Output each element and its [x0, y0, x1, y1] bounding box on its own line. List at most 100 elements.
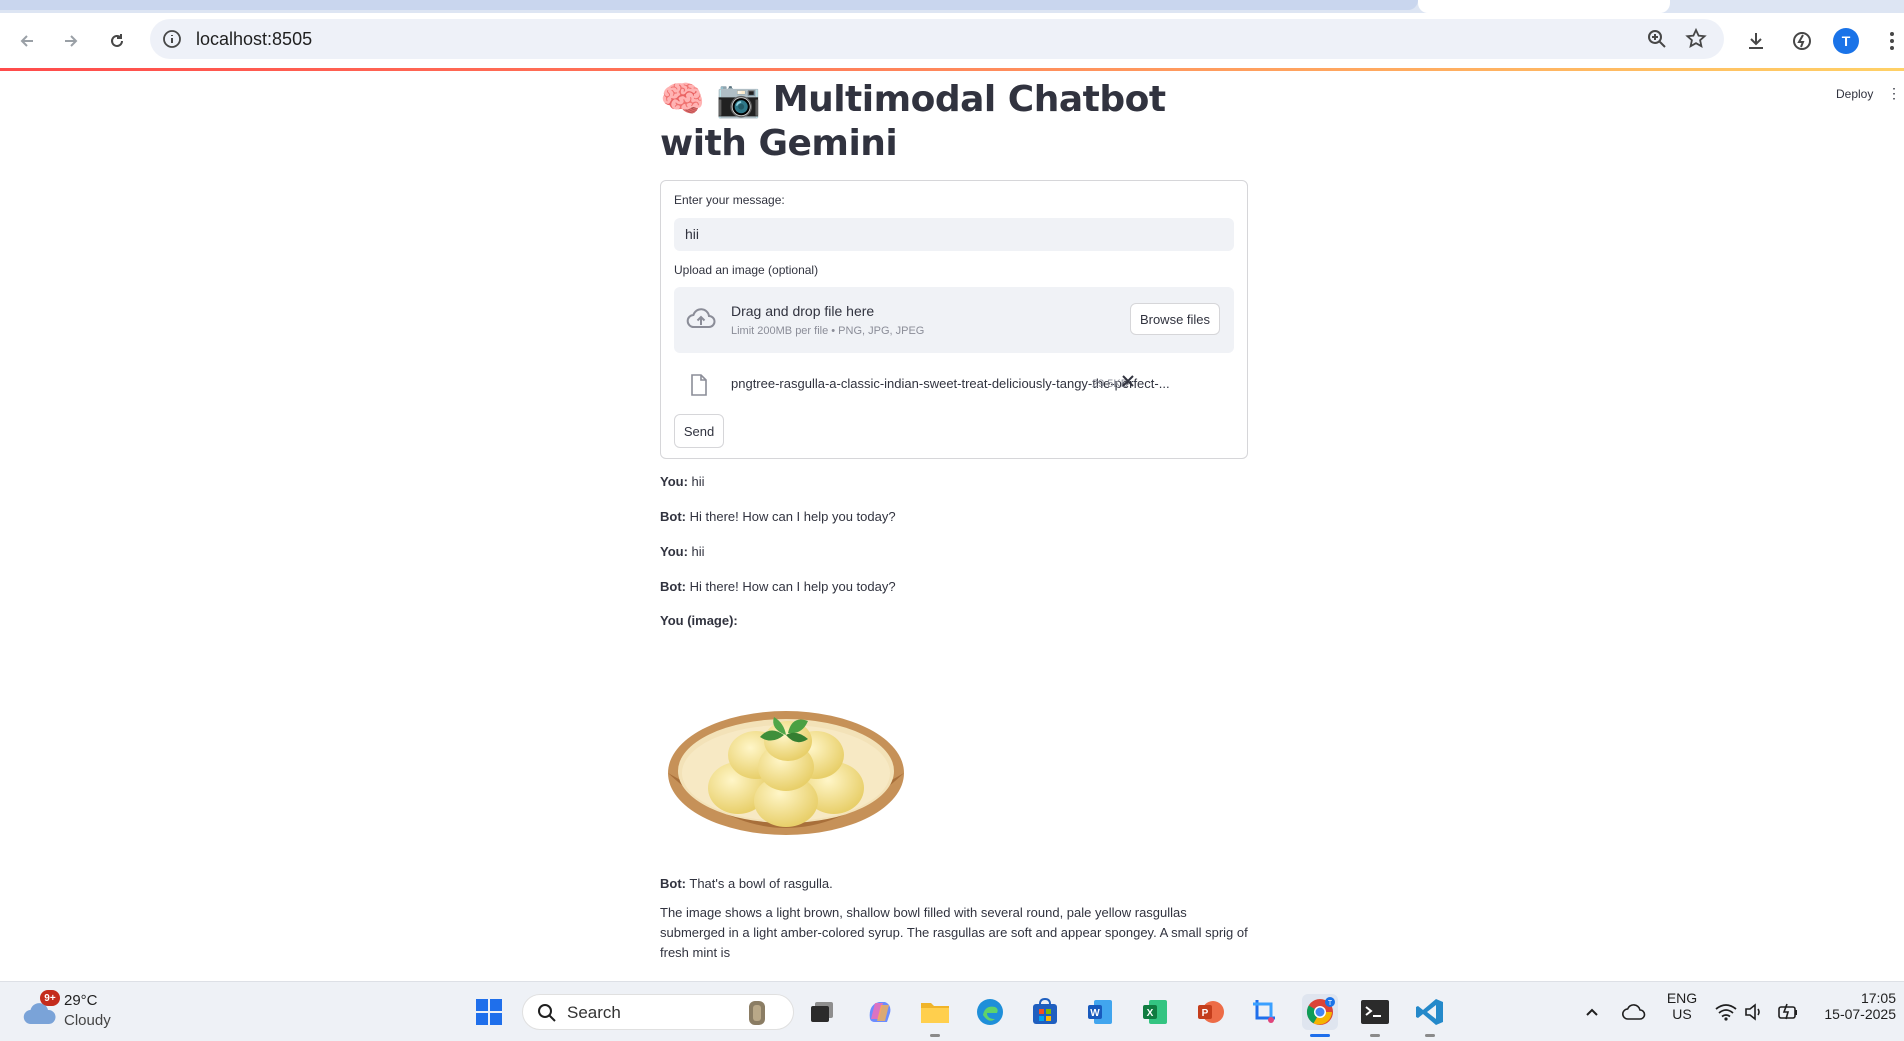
active-tab[interactable] [1418, 0, 1670, 13]
browse-files-button[interactable]: Browse files [1130, 303, 1220, 335]
chat-message: Bot: Hi there! How can I help you today? [660, 579, 896, 594]
vscode-button[interactable] [1412, 994, 1448, 1030]
deploy-button[interactable]: Deploy [1836, 87, 1873, 101]
chat-message: Bot: That's a bowl of rasgulla. [660, 876, 833, 891]
downloads-button[interactable] [1740, 25, 1772, 57]
performance-button[interactable] [1786, 25, 1818, 57]
edge-icon [977, 999, 1003, 1025]
streamlit-decoration-bar [0, 68, 1904, 71]
inactive-tab[interactable] [0, 0, 1418, 10]
message-text: Hi there! How can I help you today? [686, 509, 896, 524]
profile-button[interactable]: T [1830, 25, 1862, 57]
message-input[interactable]: hii [674, 218, 1234, 251]
task-view-icon [811, 1002, 833, 1022]
send-button[interactable]: Send [674, 414, 724, 448]
volume-button[interactable] [1736, 994, 1772, 1030]
word-button[interactable]: W [1082, 994, 1118, 1030]
wifi-icon [1715, 1004, 1737, 1021]
bot-description: The image shows a light brown, shallow b… [660, 905, 1248, 960]
forward-button[interactable] [56, 26, 86, 56]
file-dropzone[interactable]: Drag and drop file here Limit 200MB per … [674, 287, 1234, 353]
weather-temp: 29°C [64, 992, 98, 1009]
lang-top: ENG [1666, 990, 1698, 1006]
active-indicator [1310, 1034, 1330, 1037]
back-button[interactable] [12, 26, 42, 56]
message-speaker: You: [660, 474, 688, 489]
file-icon [690, 374, 708, 401]
remove-file-button[interactable] [1121, 374, 1135, 393]
terminal-icon [1361, 1000, 1389, 1024]
message-speaker: Bot: [660, 579, 686, 594]
running-indicator [1370, 1034, 1380, 1037]
taskbar-search[interactable]: Search [522, 994, 794, 1030]
brain-emoji-icon: 🧠 [660, 79, 705, 120]
download-icon [1749, 33, 1763, 49]
language-indicator[interactable]: ENG US [1664, 990, 1700, 1022]
clock[interactable]: 17:05 15-07-2025 [1816, 990, 1896, 1022]
page-title: 🧠 📷 Multimodal Chatbot with Gemini [660, 78, 1248, 166]
store-icon [1033, 998, 1057, 1024]
start-button[interactable] [471, 994, 507, 1030]
windows-logo-icon [476, 999, 502, 1025]
svg-text:T: T [1328, 1000, 1333, 1007]
weather-badge: 9+ [40, 990, 60, 1006]
dropzone-limit: Limit 200MB per file • PNG, JPG, JPEG [731, 325, 925, 337]
onedrive-button[interactable] [1616, 994, 1652, 1030]
battery-button[interactable] [1770, 994, 1806, 1030]
site-info-icon[interactable] [162, 29, 182, 54]
upload-label: Upload an image (optional) [674, 263, 819, 277]
close-icon [1122, 375, 1134, 387]
message-speaker: Bot: [660, 876, 686, 891]
folder-icon [921, 1003, 949, 1023]
tab-strip [0, 0, 1904, 13]
url-text[interactable]: localhost:8505 [196, 29, 312, 50]
search-label: Search [567, 1003, 621, 1022]
message-text: hii [687, 474, 705, 489]
onedrive-icon [1622, 1004, 1646, 1020]
arrow-right-icon [65, 35, 78, 47]
word-icon: W [1088, 1000, 1112, 1024]
edge-button[interactable] [972, 994, 1008, 1030]
zoom-icon[interactable] [1646, 28, 1668, 55]
copilot-icon [869, 1002, 891, 1022]
message-text: hii [687, 544, 705, 559]
running-indicator [1425, 1034, 1435, 1037]
store-button[interactable] [1027, 994, 1063, 1030]
reload-icon [111, 34, 123, 47]
uploaded-file-item: pngtree-rasgulla-a-classic-indian-sweet-… [674, 364, 1234, 404]
weather-condition: Cloudy [64, 1012, 111, 1029]
search-highlight-icon [749, 1001, 765, 1025]
lang-bottom: US [1672, 1006, 1692, 1022]
svg-text:X: X [1147, 1008, 1154, 1019]
powerpoint-button[interactable]: P [1192, 994, 1228, 1030]
chrome-icon: T [1306, 997, 1335, 1025]
file-explorer-button[interactable] [917, 994, 953, 1030]
chat-message: Bot: Hi there! How can I help you today? [660, 509, 896, 524]
kebab-menu-icon [1890, 32, 1894, 50]
main-menu-button[interactable]: ⋮ [1887, 85, 1901, 102]
snipping-tool-icon [1253, 1000, 1275, 1023]
rasgulla-image [668, 711, 904, 835]
chat-message: You (image): [660, 613, 738, 628]
copilot-button[interactable] [862, 994, 898, 1030]
message-label: Enter your message: [674, 193, 785, 207]
excel-icon: X [1143, 1000, 1167, 1024]
performance-icon [1793, 32, 1811, 50]
cloud-upload-icon [686, 307, 716, 336]
show-hidden-icons-button[interactable] [1574, 994, 1610, 1030]
svg-text:W: W [1090, 1008, 1100, 1019]
excel-button[interactable]: X [1137, 994, 1173, 1030]
bookmark-star-icon[interactable] [1684, 27, 1708, 56]
chrome-button[interactable]: T [1302, 994, 1338, 1030]
arrow-left-icon [20, 35, 33, 47]
snipping-tool-button[interactable] [1247, 994, 1283, 1030]
message-speaker: You: [660, 544, 688, 559]
chrome-menu-button[interactable] [1876, 25, 1904, 57]
battery-icon [1778, 1003, 1797, 1020]
task-view-button[interactable] [804, 994, 840, 1030]
powerpoint-icon: P [1198, 1001, 1224, 1023]
terminal-button[interactable] [1357, 994, 1393, 1030]
speaker-icon [1745, 1003, 1760, 1021]
reload-button[interactable] [102, 26, 132, 56]
address-bar[interactable]: localhost:8505 [150, 19, 1724, 59]
